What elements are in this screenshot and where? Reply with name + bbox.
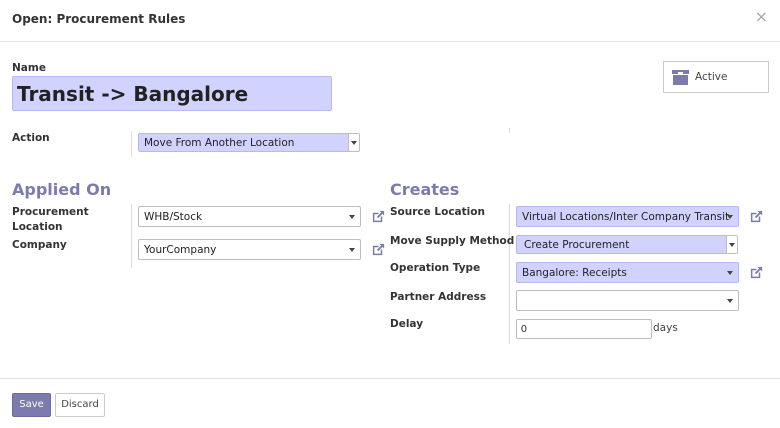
company-select[interactable]: YourCompany [138,239,361,260]
chevron-down-icon [349,248,355,252]
delay-label: Delay [390,318,424,330]
divider [131,131,132,157]
operation-type-label: Operation Type [390,262,481,274]
move-supply-method-label: Move Supply Method [390,235,515,247]
partner-address-label: Partner Address [390,291,487,303]
action-select[interactable]: Move From Another Location [138,133,360,152]
chevron-down-icon[interactable] [348,134,359,151]
chevron-down-icon [349,215,355,219]
procurement-location-label: Procurement Location [12,206,89,233]
action-value: Move From Another Location [144,137,295,149]
operation-type-select[interactable]: Bangalore: Receipts [516,262,739,283]
dialog-footer: Save Discard [0,378,780,428]
company-value: YourCompany [144,244,217,256]
procurement-location-select[interactable]: WHB/Stock [138,206,361,227]
source-location-select[interactable]: Virtual Locations/Inter Company Transit [516,206,739,227]
action-label: Action [12,132,50,144]
active-label: Active [695,71,728,83]
move-supply-method-value: Create Procurement [524,239,630,251]
save-button[interactable]: Save [12,393,51,417]
dialog-header: Open: Procurement Rules × [0,0,780,42]
company-label: Company [12,239,67,251]
procurement-location-value: WHB/Stock [144,211,203,223]
creates-title: Creates [390,180,460,199]
source-location-value: Virtual Locations/Inter Company Transit [522,211,730,223]
dialog-title: Open: Procurement Rules [12,12,186,26]
move-supply-method-select[interactable]: Create Procurement [516,235,738,254]
external-link-icon[interactable] [371,242,386,257]
divider [509,128,510,133]
partner-address-select[interactable] [516,290,739,311]
delay-input[interactable] [516,319,652,339]
chevron-down-icon[interactable] [726,236,737,253]
active-toggle-button[interactable]: Active [663,61,769,93]
divider [509,204,510,344]
external-link-icon[interactable] [749,209,764,224]
applied-on-title: Applied On [12,180,112,199]
external-link-icon[interactable] [749,265,764,280]
discard-button[interactable]: Discard [55,393,105,417]
name-input[interactable]: Transit -> Bangalore [12,76,332,111]
chevron-down-icon [727,215,733,219]
archive-icon [672,70,689,85]
divider [131,204,132,268]
chevron-down-icon [727,299,733,303]
source-location-label: Source Location [390,206,485,218]
delay-unit: days [653,322,678,334]
external-link-icon[interactable] [371,209,386,224]
close-icon[interactable]: × [755,8,768,26]
chevron-down-icon [727,271,733,275]
name-label: Name [12,62,46,74]
operation-type-value: Bangalore: Receipts [522,267,627,279]
